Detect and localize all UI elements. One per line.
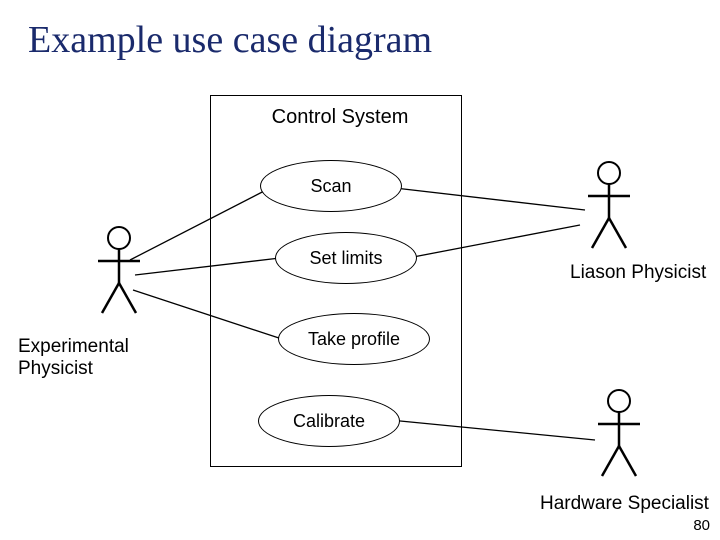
- stick-figure-icon: [592, 388, 647, 483]
- usecase-scan-label: Scan: [310, 176, 351, 197]
- usecase-take-profile-label: Take profile: [308, 329, 400, 350]
- usecase-set-limits: Set limits: [275, 232, 417, 284]
- stick-figure-icon: [582, 160, 637, 255]
- usecase-set-limits-label: Set limits: [309, 248, 382, 269]
- usecase-calibrate-label: Calibrate: [293, 411, 365, 432]
- usecase-take-profile: Take profile: [278, 313, 430, 365]
- actor-hardware-specialist: [592, 388, 647, 488]
- usecase-calibrate: Calibrate: [258, 395, 400, 447]
- stick-figure-icon: [92, 225, 147, 320]
- actor-experimental-physicist: [92, 225, 147, 325]
- usecase-scan: Scan: [260, 160, 402, 212]
- actor-liason-physicist: [582, 160, 637, 260]
